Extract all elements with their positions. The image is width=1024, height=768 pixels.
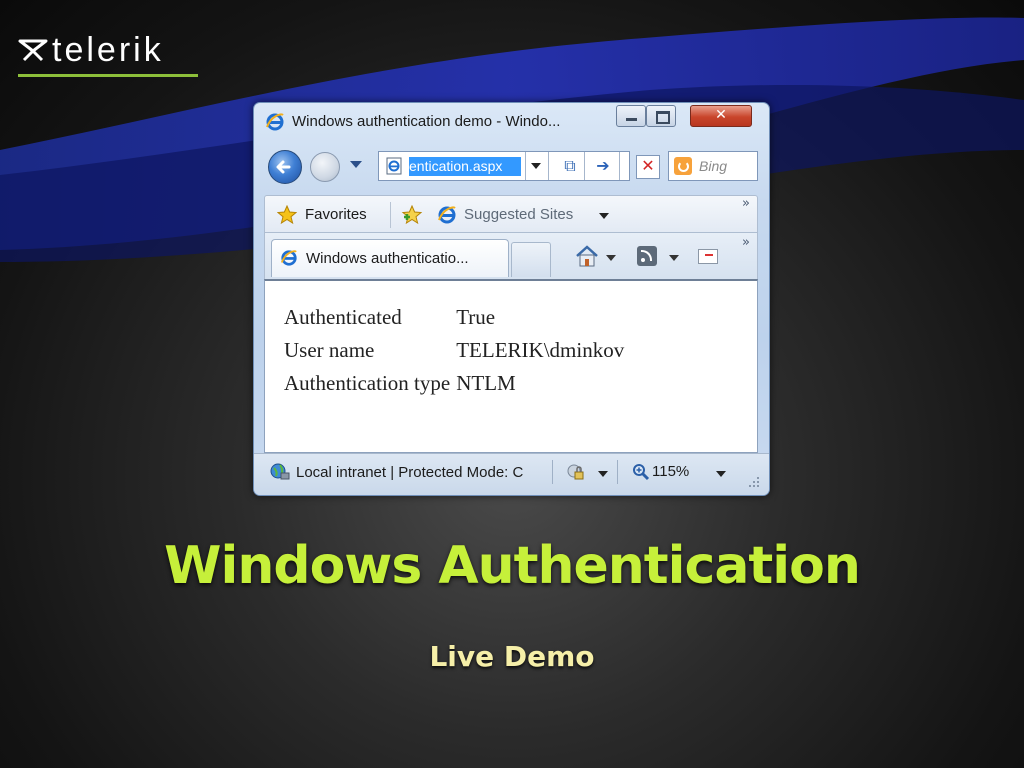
go-arrow-icon[interactable]: ➔ [593,156,613,176]
divider [619,152,620,180]
suggested-sites-dropdown[interactable] [599,213,609,219]
page-content: Authenticated True User name TELERIK\dmi… [264,279,758,453]
ie-icon [266,113,284,131]
close-icon: ✕ [715,107,727,123]
table-row: Authentication type NTLM [284,371,628,404]
search-placeholder: Bing [699,158,728,174]
minimize-button[interactable] [616,105,646,127]
home-icon[interactable] [575,245,599,267]
stop-icon[interactable]: ✕ [636,155,660,179]
back-arrow-icon [276,160,291,174]
favorites-button[interactable]: Favorites [305,206,367,223]
page-icon [386,157,402,175]
maximize-icon [656,111,670,124]
divider [390,202,391,228]
row-value: True [456,305,496,329]
row-label: Authentication type [284,371,451,395]
favorites-bar: Favorites Suggested Sites » [264,195,758,233]
back-button[interactable] [268,150,302,184]
ie-icon [280,250,297,266]
protected-mode-lock-icon[interactable] [566,462,586,482]
favorites-star-icon[interactable] [277,205,297,225]
divider [552,460,553,484]
address-input[interactable]: entication.aspx [409,157,521,176]
protected-mode-dropdown[interactable] [598,471,608,477]
row-value: NTLM [456,371,516,395]
title-bar: Windows authentication demo - Windo... ✕ [254,103,769,143]
search-box[interactable]: Bing [668,151,758,181]
divider [617,460,618,484]
address-dropdown[interactable] [531,163,541,169]
add-to-favorites-icon[interactable] [401,205,423,225]
auth-info-table: Authenticated True User name TELERIK\dmi… [284,305,628,404]
minimize-icon [626,118,637,121]
divider [548,152,549,180]
logo-text: telerik [52,31,164,69]
chevron-more-icon[interactable]: » [742,235,750,250]
telerik-logo: telerik [18,30,198,78]
table-row: Authenticated True [284,305,628,338]
row-label: User name [284,338,375,362]
ie-icon [438,206,456,224]
telerik-mark-icon [18,39,48,62]
row-value: TELERIK\dminkov [456,338,625,362]
security-zone-text[interactable]: Local intranet | Protected Mode: C [296,464,550,481]
home-dropdown[interactable] [606,255,616,261]
maximize-button[interactable] [646,105,676,127]
zoom-level[interactable]: 115% [652,463,689,480]
bing-icon [674,157,692,175]
tab-row: Windows authenticatio... » [264,233,758,279]
chevron-more-icon[interactable]: » [742,196,750,211]
resize-grip-icon[interactable] [748,476,760,488]
tab-title: Windows authenticatio... [306,250,469,267]
close-button[interactable]: ✕ [690,105,752,127]
zoom-dropdown[interactable] [716,471,726,477]
logo-underline [18,74,198,77]
window-title: Windows authentication demo - Windo... [292,113,561,130]
divider [584,152,585,180]
forward-button[interactable] [310,152,340,182]
mail-icon[interactable] [698,249,718,264]
browser-window: Windows authentication demo - Windo... ✕… [253,102,770,496]
table-row: User name TELERIK\dminkov [284,338,628,371]
slide-subtitle: Live Demo [429,640,595,673]
feeds-icon[interactable] [637,246,657,266]
divider [525,152,526,180]
suggested-sites-button[interactable]: Suggested Sites [464,206,573,223]
slide-title: Windows Authentication [164,536,861,596]
zoom-icon[interactable] [632,463,650,481]
compatibility-view-icon[interactable]: ⧉ [560,156,580,176]
row-label: Authenticated [284,305,402,329]
status-bar: Local intranet | Protected Mode: C 115% [254,453,769,495]
tab-active[interactable]: Windows authenticatio... [271,239,509,277]
intranet-globe-icon [270,463,290,480]
feeds-dropdown[interactable] [669,255,679,261]
address-bar[interactable]: entication.aspx ⧉ ➔ [378,151,630,181]
recent-pages-dropdown[interactable] [350,161,362,168]
new-tab-button[interactable] [511,242,551,277]
